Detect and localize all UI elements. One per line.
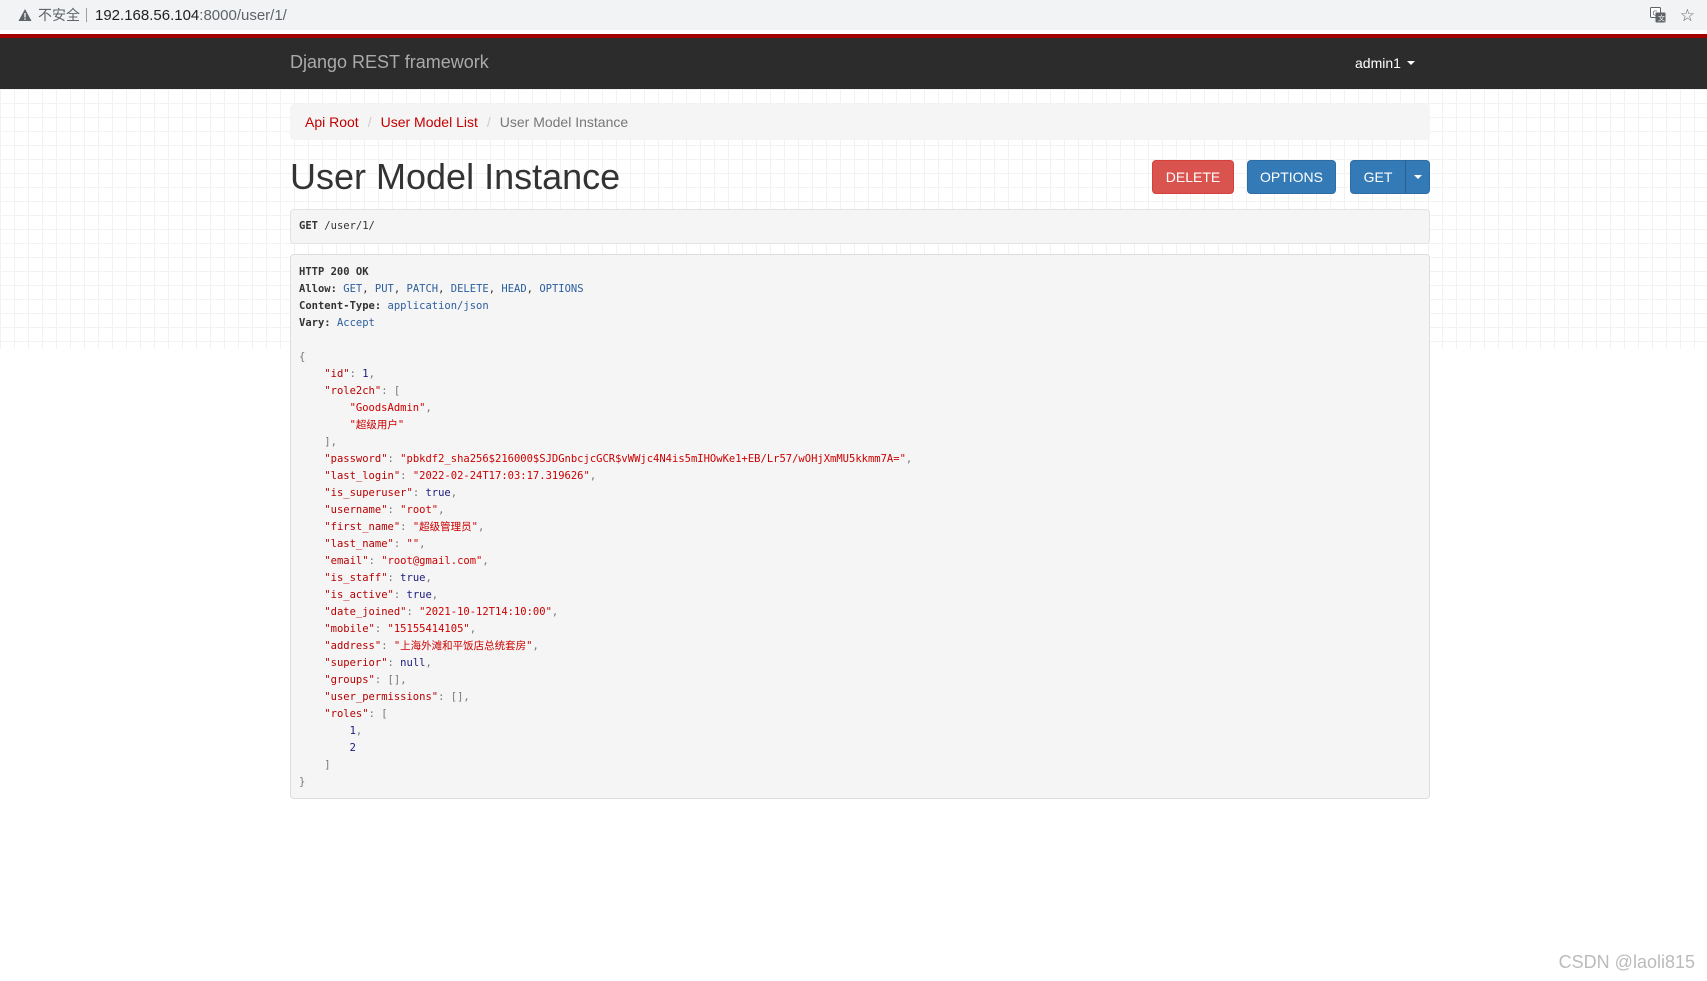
watermark: CSDN @laoli815: [1558, 952, 1695, 972]
svg-text:文: 文: [1658, 14, 1665, 23]
json-field-groups: "groups": [],: [324, 674, 407, 686]
json-field-last-name: "last_name": "",: [324, 538, 426, 550]
request-path: /user/1/: [324, 220, 375, 232]
delete-button[interactable]: DELETE: [1152, 160, 1234, 194]
address-divider: [86, 8, 87, 22]
response-info: HTTP 200 OK Allow: GET, PUT, PATCH, DELE…: [290, 254, 1430, 799]
security-status[interactable]: 不安全: [38, 5, 80, 25]
request-info: GET /user/1/: [290, 209, 1430, 244]
json-field-username: "username": "root",: [324, 504, 445, 516]
json-array-item: 2: [349, 742, 356, 754]
json-array-item: "超级用户": [349, 419, 405, 431]
json-field-mobile: "mobile": "15155414105",: [324, 623, 477, 635]
brand-title[interactable]: Django REST framework: [290, 52, 489, 73]
browser-address-bar: 不安全 192.168.56.104:8000/user/1/ G文 ☆: [0, 0, 1707, 30]
json-field-address: "address": "上海外滩和平饭店总统套房",: [324, 640, 539, 652]
breadcrumb-separator: /: [367, 114, 372, 130]
json-array-item: 1,: [349, 725, 363, 737]
top-navbar: Django REST framework admin1: [0, 34, 1707, 89]
page-title: User Model Instance: [290, 156, 621, 197]
json-field-password: "password": "pbkdf2_sha256$216000$SJDGnb…: [324, 453, 913, 465]
content-type-header: Content-Type: application/json: [299, 300, 489, 312]
address-bar-actions: G文 ☆: [1649, 0, 1707, 30]
json-field-email: "email": "root@gmail.com",: [324, 555, 489, 567]
json-field-user-permissions: "user_permissions": [],: [324, 691, 470, 703]
json-field-last-login: "last_login": "2022-02-24T17:03:17.31962…: [324, 470, 597, 482]
json-field-first-name: "first_name": "超级管理员",: [324, 521, 485, 533]
warning-icon[interactable]: [18, 8, 32, 22]
vary-header: Vary: Accept: [299, 317, 375, 329]
json-field-is-staff: "is_staff": true,: [324, 572, 432, 584]
breadcrumb-user-model-list[interactable]: User Model List: [381, 114, 478, 130]
response-status: HTTP 200 OK: [299, 266, 369, 278]
star-icon[interactable]: ☆: [1680, 7, 1695, 24]
url-host: 192.168.56.104: [95, 6, 200, 24]
get-button[interactable]: GET: [1350, 160, 1406, 194]
caret-down-icon: [1406, 61, 1415, 65]
json-field-is-active: "is_active": true,: [324, 589, 439, 601]
breadcrumb: Api Root / User Model List / User Model …: [290, 104, 1430, 140]
breadcrumb-separator: /: [486, 114, 491, 130]
get-format-dropdown-toggle[interactable]: [1405, 160, 1430, 194]
user-dropdown[interactable]: admin1: [1355, 55, 1415, 71]
translate-icon[interactable]: G文: [1649, 7, 1666, 23]
json-field-role2ch: "role2ch": [: [324, 385, 401, 397]
breadcrumb-current: User Model Instance: [499, 114, 629, 130]
request-method: GET: [299, 220, 318, 232]
url-path: :8000/user/1/: [199, 6, 287, 24]
json-field-superior: "superior": null,: [324, 657, 432, 669]
url-field[interactable]: 192.168.56.104:8000/user/1/: [95, 7, 287, 24]
json-field-date-joined: "date_joined": "2021-10-12T14:10:00",: [324, 606, 559, 618]
json-field-is-superuser: "is_superuser": true,: [324, 487, 458, 499]
options-button[interactable]: OPTIONS: [1247, 160, 1336, 194]
username-label: admin1: [1355, 55, 1401, 71]
breadcrumb-api-root[interactable]: Api Root: [305, 114, 359, 130]
json-field-roles: "roles": [: [324, 708, 388, 720]
caret-down-icon: [1413, 175, 1422, 179]
allow-header: Allow: GET, PUT, PATCH, DELETE, HEAD, OP…: [299, 283, 584, 295]
json-field-id: "id": 1,: [324, 368, 375, 380]
json-array-item: "GoodsAdmin",: [349, 402, 432, 414]
